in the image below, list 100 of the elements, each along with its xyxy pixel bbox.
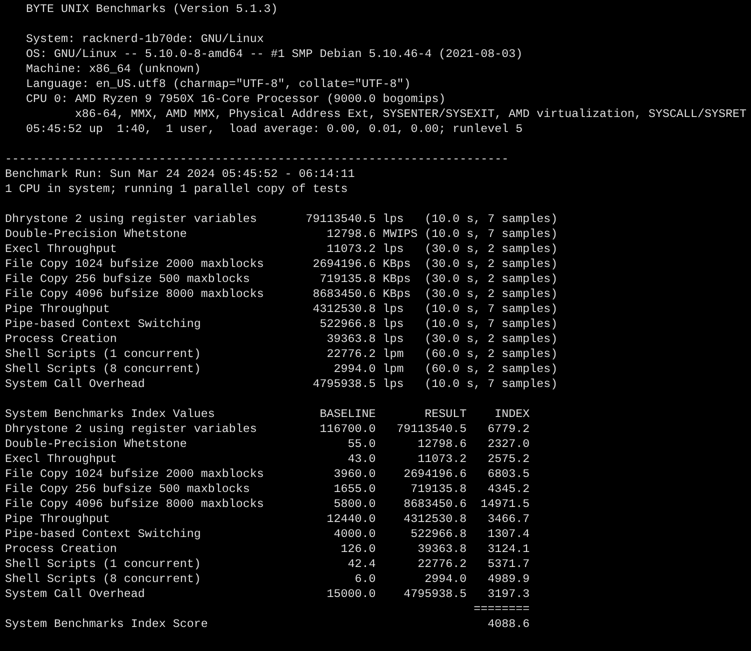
baseline-value: 12440.0 bbox=[326, 512, 376, 527]
index-value: 6779.2 bbox=[488, 422, 530, 437]
benchmark-name: File Copy 1024 bufsize 2000 maxblocks bbox=[5, 467, 264, 482]
result-value: 12798.6 bbox=[326, 227, 376, 242]
baseline-value: 55.0 bbox=[348, 437, 376, 452]
benchmark-name: Shell Scripts (1 concurrent) bbox=[5, 557, 201, 572]
benchmark-name: System Call Overhead bbox=[5, 377, 145, 392]
benchmark-name: Process Creation bbox=[5, 332, 117, 347]
unit-label: lps bbox=[382, 317, 404, 332]
benchmark-name: File Copy 1024 bufsize 2000 maxblocks bbox=[5, 257, 264, 272]
result-value: 2694196.6 bbox=[312, 257, 376, 272]
benchmark-name: Process Creation bbox=[5, 542, 117, 557]
timing-info: (30.0 s, 2 samples) bbox=[424, 242, 558, 257]
column-header: System Benchmarks Index Values bbox=[5, 407, 215, 422]
benchmark-name: File Copy 256 bufsize 500 maxblocks bbox=[5, 272, 250, 287]
benchmark-name: Shell Scripts (1 concurrent) bbox=[5, 347, 201, 362]
result-value: 11073.2 bbox=[326, 242, 376, 257]
timing-info: (10.0 s, 7 samples) bbox=[424, 317, 558, 332]
index-value: 14971.5 bbox=[480, 497, 530, 512]
result-value: 2694196.6 bbox=[404, 467, 467, 482]
terminal-line: 1 CPU in system; running 1 parallel copy of tests bbox=[5, 182, 348, 196]
column-header: INDEX bbox=[494, 407, 530, 422]
timing-info: (10.0 s, 7 samples) bbox=[424, 227, 558, 242]
timing-info: (10.0 s, 7 samples) bbox=[424, 377, 558, 392]
terminal-line: OS: GNU/Linux -- 5.10.0-8-amd64 -- #1 SMP Debian 5.10.46-4 (2021-08-03) bbox=[26, 47, 523, 61]
benchmark-name: Execl Throughput bbox=[5, 242, 117, 257]
baseline-value: 126.0 bbox=[340, 542, 376, 557]
result-value: 2994.0 bbox=[334, 362, 376, 377]
result-value: 12798.6 bbox=[418, 437, 467, 452]
index-score: 4088.6 bbox=[488, 617, 530, 632]
index-value: 4989.9 bbox=[488, 572, 530, 587]
terminal-line: System: racknerd-1b70de: GNU/Linux bbox=[26, 32, 264, 46]
unit-label: lps bbox=[382, 242, 404, 257]
benchmark-name: Dhrystone 2 using register variables bbox=[5, 422, 257, 437]
terminal-line: 05:45:52 up 1:40, 1 user, load average: 0.00, 0.01, 0.00; runlevel 5 bbox=[26, 122, 523, 136]
index-value: 5371.7 bbox=[488, 557, 530, 572]
unit-label: lpm bbox=[382, 347, 404, 362]
index-value: 1307.4 bbox=[488, 527, 530, 542]
timing-info: (30.0 s, 2 samples) bbox=[424, 272, 558, 287]
baseline-value: 43.0 bbox=[348, 452, 376, 467]
benchmark-name: Execl Throughput bbox=[5, 452, 117, 467]
unit-label: lps bbox=[382, 302, 404, 317]
timing-info: (60.0 s, 2 samples) bbox=[424, 362, 558, 377]
benchmark-name: File Copy 256 bufsize 500 maxblocks bbox=[5, 482, 250, 497]
benchmark-name: System Call Overhead bbox=[5, 587, 145, 602]
terminal-line: Machine: x86_64 (unknown) bbox=[26, 62, 201, 76]
benchmark-name: Double-Precision Whetstone bbox=[5, 227, 187, 242]
index-value: 6803.5 bbox=[488, 467, 530, 482]
benchmark-name: Pipe-based Context Switching bbox=[5, 317, 201, 332]
result-value: 4795938.5 bbox=[404, 587, 467, 602]
index-value: 3466.7 bbox=[488, 512, 530, 527]
benchmark-name: Dhrystone 2 using register variables bbox=[5, 212, 257, 227]
benchmark-name: File Copy 4096 bufsize 8000 maxblocks bbox=[5, 287, 264, 302]
baseline-value: 15000.0 bbox=[326, 587, 376, 602]
timing-info: (30.0 s, 2 samples) bbox=[424, 257, 558, 272]
result-value: 2994.0 bbox=[424, 572, 467, 587]
result-value: 39363.8 bbox=[418, 542, 467, 557]
benchmark-name: Pipe Throughput bbox=[5, 512, 110, 527]
benchmark-name: Pipe-based Context Switching bbox=[5, 527, 201, 542]
result-value: 4312530.8 bbox=[312, 302, 376, 317]
score-label: System Benchmarks Index Score bbox=[5, 617, 208, 632]
baseline-value: 4000.0 bbox=[334, 527, 376, 542]
column-header: RESULT bbox=[424, 407, 467, 422]
unit-label: lpm bbox=[382, 362, 404, 377]
result-value: 4312530.8 bbox=[404, 512, 467, 527]
result-value: 522966.8 bbox=[320, 317, 376, 332]
result-value: 719135.8 bbox=[320, 272, 376, 287]
index-value: 2575.2 bbox=[488, 452, 530, 467]
result-value: 8683450.6 bbox=[404, 497, 467, 512]
result-value: 4795938.5 bbox=[312, 377, 376, 392]
result-value: 79113540.5 bbox=[396, 422, 467, 437]
unit-label: MWIPS bbox=[382, 227, 418, 242]
unit-label: KBps bbox=[382, 257, 411, 272]
index-value: 2327.0 bbox=[488, 437, 530, 452]
terminal-line: CPU 0: AMD Ryzen 9 7950X 16-Core Processor (9000.0 bogomips) bbox=[26, 92, 446, 106]
index-value: 4345.2 bbox=[488, 482, 530, 497]
separator-line: ======== bbox=[474, 602, 530, 617]
benchmark-name: File Copy 4096 bufsize 8000 maxblocks bbox=[5, 497, 264, 512]
result-value: 22776.2 bbox=[326, 347, 376, 362]
timing-info: (10.0 s, 7 samples) bbox=[424, 212, 558, 227]
unit-label: KBps bbox=[382, 287, 411, 302]
benchmark-name: Double-Precision Whetstone bbox=[5, 437, 187, 452]
result-value: 8683450.6 bbox=[312, 287, 376, 302]
column-header: BASELINE bbox=[320, 407, 376, 422]
result-value: 719135.8 bbox=[410, 482, 467, 497]
unit-label: lps bbox=[382, 332, 404, 347]
result-value: 39363.8 bbox=[326, 332, 376, 347]
timing-info: (60.0 s, 2 samples) bbox=[424, 347, 558, 362]
result-value: 79113540.5 bbox=[306, 212, 376, 227]
baseline-value: 5800.0 bbox=[334, 497, 376, 512]
result-value: 22776.2 bbox=[418, 557, 467, 572]
terminal-line: Language: en_US.utf8 (charmap="UTF-8", collate="UTF-8") bbox=[26, 77, 411, 91]
benchmark-name: Shell Scripts (8 concurrent) bbox=[5, 362, 201, 377]
baseline-value: 3960.0 bbox=[334, 467, 376, 482]
index-value: 3124.1 bbox=[488, 542, 530, 557]
baseline-value: 42.4 bbox=[348, 557, 376, 572]
separator-line: ------------------------------------------------------------------------ bbox=[5, 152, 509, 166]
terminal-line: Benchmark Run: Sun Mar 24 2024 05:45:52 - 06:14:11 bbox=[5, 167, 355, 181]
baseline-value: 6.0 bbox=[354, 572, 376, 587]
baseline-value: 116700.0 bbox=[320, 422, 376, 437]
